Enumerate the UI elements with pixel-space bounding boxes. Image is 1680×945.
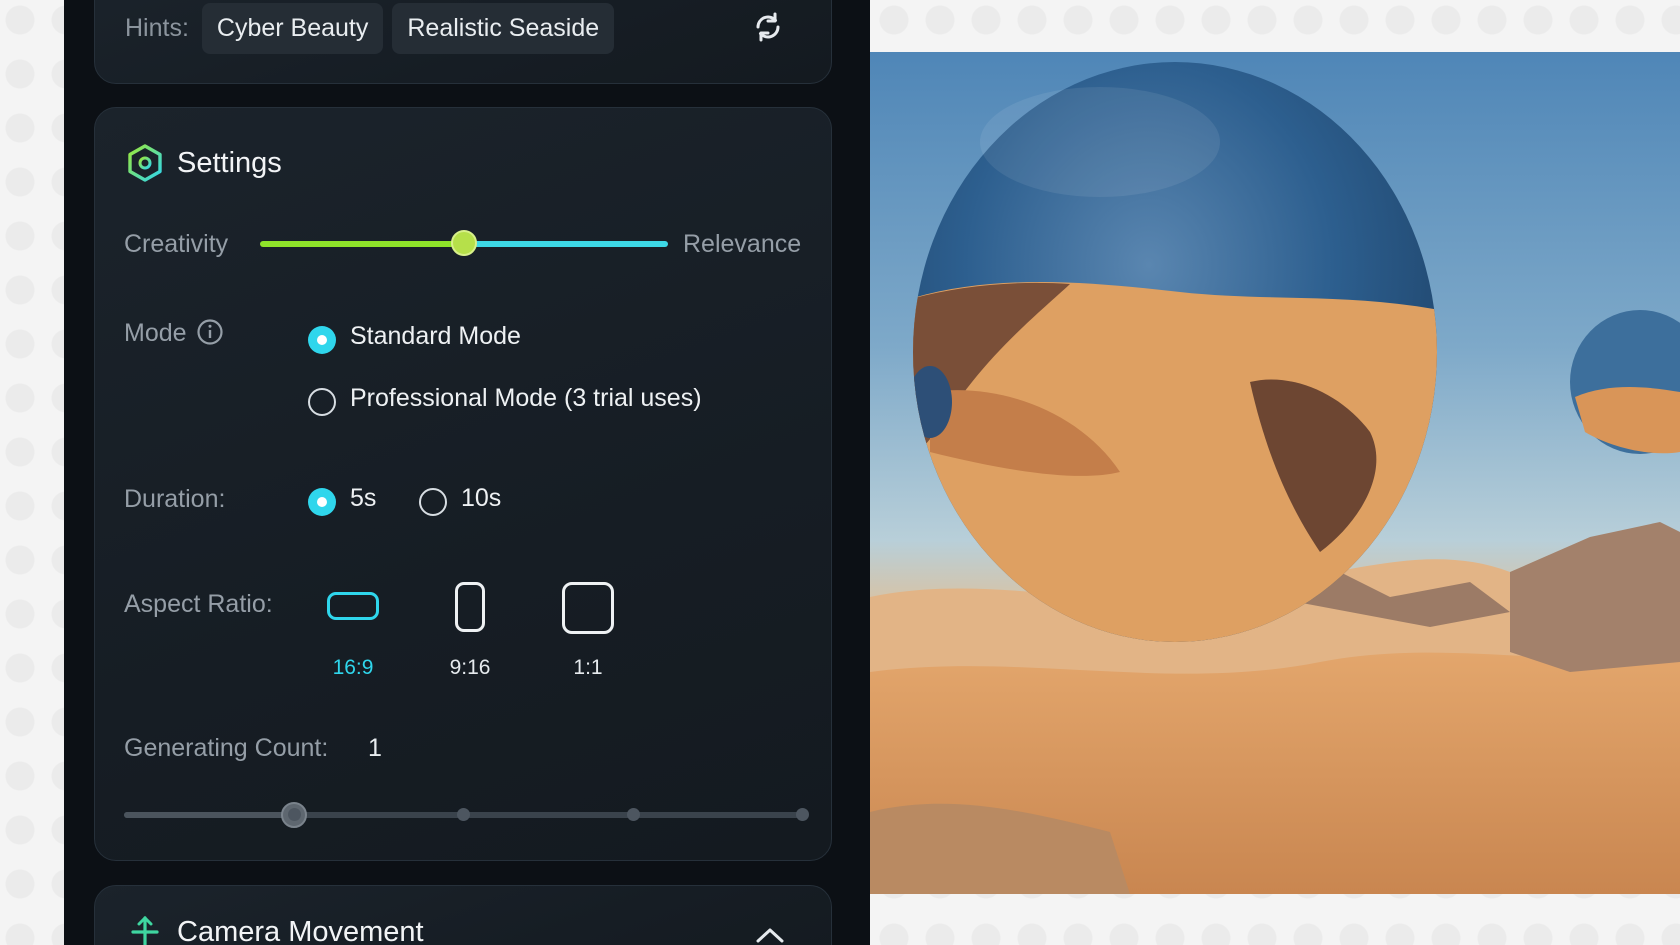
- aspect-ratio-label: Aspect Ratio:: [124, 590, 273, 618]
- generating-count-step-4[interactable]: [796, 808, 809, 821]
- generating-count-step-1[interactable]: [287, 808, 301, 821]
- aspect-9-16-label[interactable]: 9:16: [430, 656, 510, 680]
- relevance-label: Relevance: [683, 230, 802, 258]
- settings-title: Settings: [177, 146, 282, 179]
- creativity-label: Creativity: [124, 230, 229, 258]
- mode-label: Mode: [124, 319, 187, 347]
- desert-sphere-illustration: [870, 62, 1680, 894]
- camera-movement-icon: [131, 915, 159, 945]
- hint-chip-realistic-seaside[interactable]: Realistic Seaside: [392, 2, 615, 54]
- duration-10s-label[interactable]: 10s: [461, 484, 501, 513]
- generating-count-fill: [124, 812, 294, 818]
- aspect-16-9-icon[interactable]: [327, 592, 379, 620]
- aspect-9-16-icon[interactable]: [455, 582, 485, 632]
- settings-panel: Hints: Cyber Beauty Realistic Seaside Se…: [64, 0, 870, 945]
- duration-10s-radio[interactable]: [419, 488, 447, 516]
- aspect-16-9-label[interactable]: 16:9: [313, 656, 393, 680]
- standard-mode-label[interactable]: Standard Mode: [350, 322, 521, 351]
- hints-label: Hints:: [125, 13, 189, 42]
- generating-count-step-3[interactable]: [626, 808, 640, 821]
- hints-row: Hints: Cyber Beauty Realistic Seaside: [125, 1, 615, 55]
- generating-count-value: 1: [368, 734, 382, 762]
- settings-card: Settings Creativity Relevance Mode Stand…: [94, 107, 832, 861]
- professional-mode-label[interactable]: Professional Mode (3 trial uses): [350, 384, 702, 413]
- generating-count-label: Generating Count:: [124, 734, 329, 762]
- standard-mode-radio[interactable]: [308, 326, 336, 354]
- duration-5s-label[interactable]: 5s: [350, 484, 376, 513]
- aspect-1-1-icon[interactable]: [562, 582, 614, 634]
- refresh-icon: [756, 12, 780, 42]
- chevron-up-icon[interactable]: [755, 926, 785, 944]
- hints-card: Hints: Cyber Beauty Realistic Seaside: [94, 0, 832, 84]
- duration-label: Duration:: [124, 485, 226, 513]
- professional-mode-radio[interactable]: [308, 388, 336, 416]
- hint-chip-cyber-beauty[interactable]: Cyber Beauty: [201, 2, 384, 54]
- creativity-relevance-thumb[interactable]: [451, 230, 477, 256]
- aspect-1-1-label[interactable]: 1:1: [548, 656, 628, 680]
- camera-movement-card[interactable]: Camera Movement: [94, 885, 832, 945]
- settings-header: Settings: [127, 144, 282, 182]
- settings-hex-icon: [128, 144, 162, 182]
- preview-image: [870, 52, 1680, 894]
- refresh-hints-button[interactable]: [750, 9, 786, 45]
- duration-5s-radio[interactable]: [308, 488, 336, 516]
- camera-movement-title: Camera Movement: [177, 915, 424, 945]
- info-icon[interactable]: [196, 318, 224, 346]
- generating-count-step-2[interactable]: [457, 808, 470, 821]
- camera-movement-header[interactable]: Camera Movement: [127, 914, 424, 945]
